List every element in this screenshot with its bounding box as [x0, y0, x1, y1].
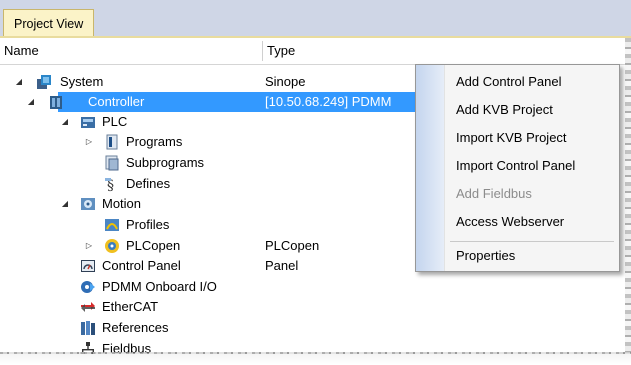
motion-icon	[80, 196, 96, 212]
tree-item-label: Defines	[126, 176, 171, 191]
expanded-arrow-icon[interactable]: ◢	[14, 72, 24, 92]
tab-project-view[interactable]: Project View	[3, 9, 95, 38]
control-panel-icon	[80, 258, 96, 274]
menu-icon-gutter	[416, 65, 445, 271]
tree-item-label: Profiles	[126, 217, 170, 232]
menu-item-add-control-panel[interactable]: Add Control Panel	[456, 71, 562, 93]
references-icon	[80, 320, 96, 336]
menu-separator	[450, 241, 614, 242]
tab-strip: Project View	[0, 0, 631, 38]
column-name-header[interactable]: Name	[4, 38, 39, 64]
tree-item-label: PLC	[102, 114, 128, 129]
defines-icon: §	[104, 176, 120, 194]
tree-item-onboard-io[interactable]: PDMM Onboard I/O	[0, 277, 625, 297]
column-divider[interactable]	[262, 41, 263, 61]
collapsed-arrow-icon[interactable]: ▷	[84, 132, 94, 152]
system-icon	[36, 74, 52, 90]
tree-item-label: Programs	[126, 134, 183, 149]
tree-item-label: References	[102, 320, 169, 335]
tree-item-type: PLCopen	[265, 238, 320, 253]
programs-icon	[104, 134, 120, 150]
tree-item-type: [10.50.68.249] PDMM	[265, 94, 392, 109]
tree-item-label: Controller	[88, 94, 145, 109]
expanded-arrow-icon[interactable]: ◢	[60, 112, 70, 132]
torn-edge-right	[625, 38, 631, 354]
tree-item-label: PDMM Onboard I/O	[102, 279, 217, 294]
profiles-icon	[104, 217, 120, 233]
tree-item-type: Sinope	[265, 74, 306, 89]
tree-item-ethercat[interactable]: EtherCAT	[0, 297, 625, 317]
onboard-io-icon	[80, 279, 96, 295]
menu-item-add-fieldbus: Add Fieldbus	[456, 186, 532, 201]
column-header: Name Type	[0, 38, 625, 65]
menu-item-import-control-panel[interactable]: Import Control Panel	[456, 155, 575, 177]
tree-item-label: PLCopen	[126, 238, 181, 253]
tree-item-label: Motion	[102, 196, 142, 211]
menu-item-add-kvb-project[interactable]: Add KVB Project	[456, 99, 553, 121]
tree-item-type: Panel	[265, 258, 299, 273]
tree-item-label: Control Panel	[102, 258, 181, 273]
column-type-header[interactable]: Type	[267, 38, 295, 64]
expanded-arrow-icon[interactable]: ◢	[60, 194, 70, 214]
menu-item-properties[interactable]: Properties	[456, 245, 515, 267]
tree-item-references[interactable]: References	[0, 318, 625, 338]
expanded-arrow-icon[interactable]: ◢	[26, 92, 36, 112]
context-menu: Add Control Panel Add KVB Project Import…	[415, 64, 620, 272]
menu-item-import-kvb-project[interactable]: Import KVB Project	[456, 127, 567, 149]
subprograms-icon	[104, 155, 120, 171]
menu-item-access-webserver[interactable]: Access Webserver	[456, 211, 564, 233]
tree-item-label: System	[60, 74, 104, 89]
collapsed-arrow-icon[interactable]: ▷	[84, 236, 94, 256]
torn-margin	[0, 354, 631, 365]
ethercat-icon	[80, 299, 96, 315]
tree-item-label: Subprograms	[126, 155, 205, 170]
plcopen-icon	[104, 238, 120, 254]
plc-icon	[80, 114, 96, 130]
tree-item-label: EtherCAT	[102, 299, 159, 314]
controller-icon	[48, 94, 64, 110]
